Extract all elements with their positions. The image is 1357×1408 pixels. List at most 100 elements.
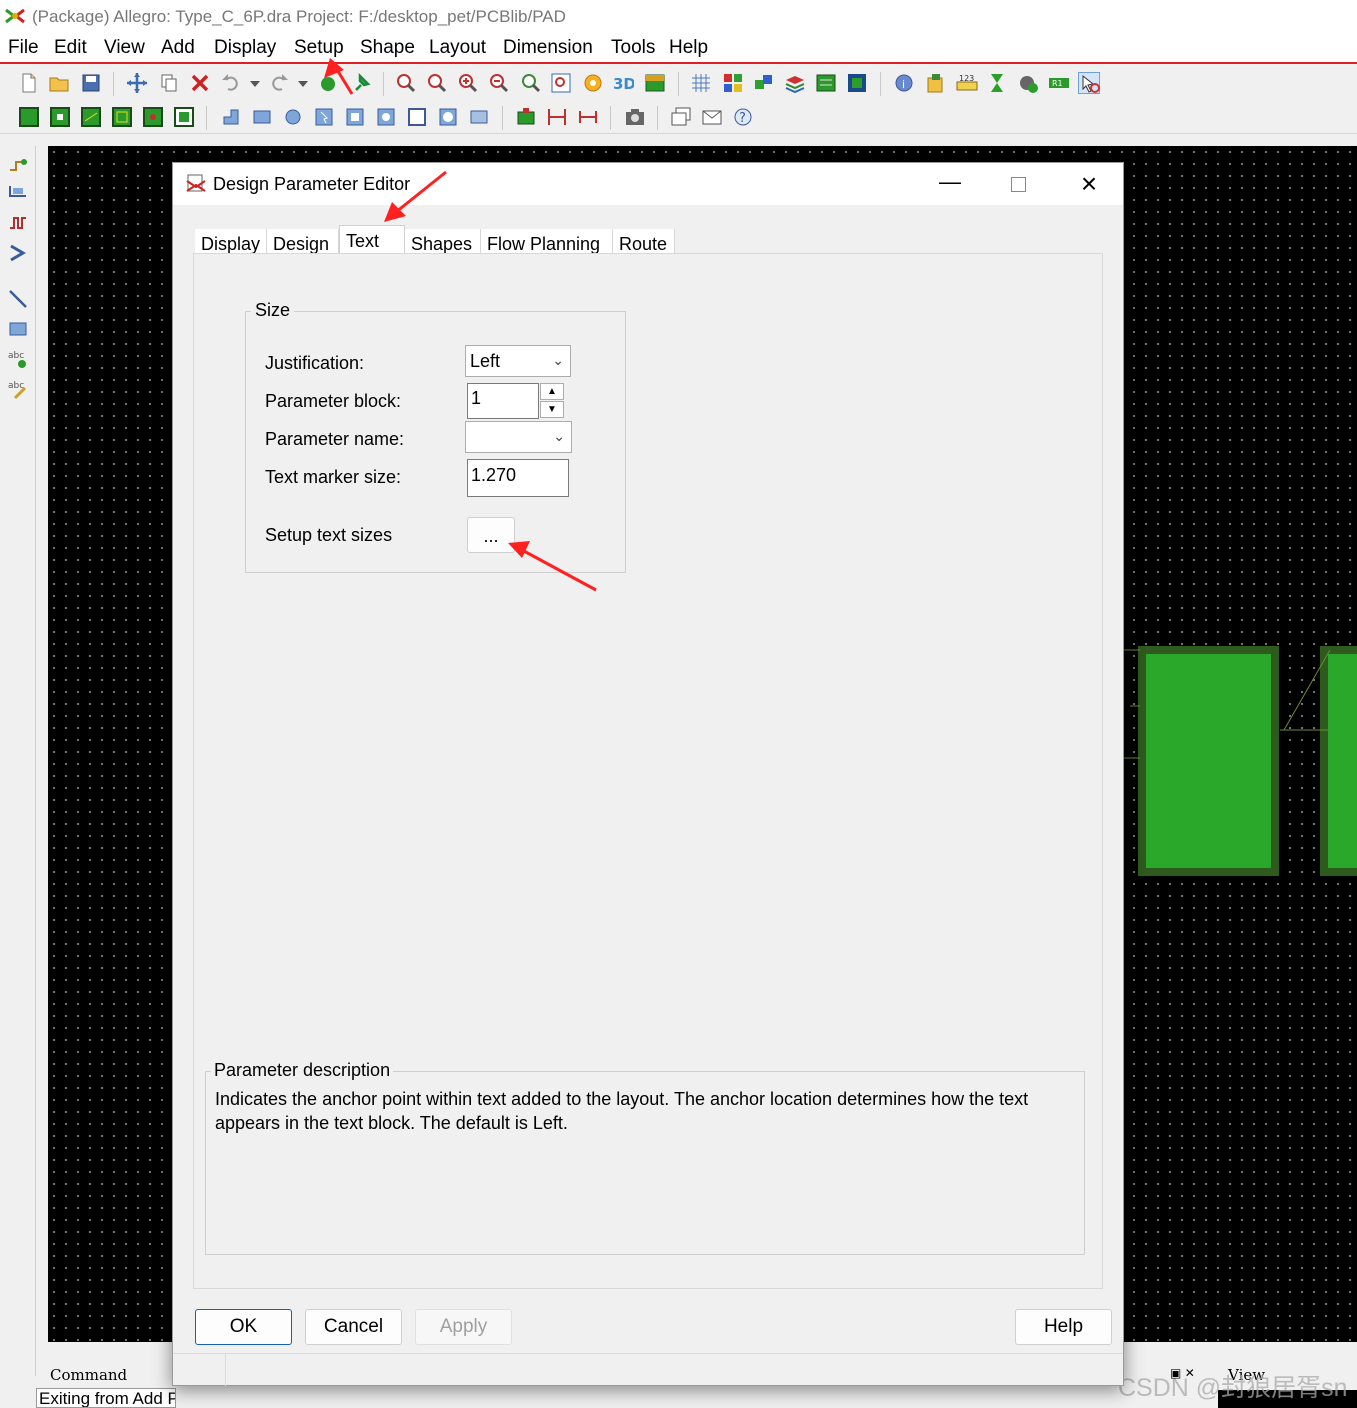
- shape-void-circle-icon[interactable]: [375, 106, 397, 128]
- tab-route[interactable]: Route: [613, 229, 675, 253]
- symbol-icon[interactable]: [111, 106, 133, 128]
- menu-tools[interactable]: Tools: [611, 37, 655, 59]
- mail-icon[interactable]: [701, 106, 723, 128]
- route-connect-icon[interactable]: [7, 152, 29, 174]
- tab-design[interactable]: Design: [267, 229, 339, 253]
- parameter-block-input[interactable]: 1: [467, 383, 539, 419]
- menu-display[interactable]: Display: [214, 37, 276, 59]
- shape-circle-icon[interactable]: [282, 106, 304, 128]
- add-connect-icon[interactable]: [318, 72, 340, 94]
- 3d-view-icon[interactable]: 3D: [612, 72, 634, 94]
- layers-icon[interactable]: [784, 72, 806, 94]
- slide-icon[interactable]: [7, 182, 29, 204]
- cancel-button[interactable]: Cancel: [305, 1309, 402, 1345]
- zoom-in-icon[interactable]: [457, 72, 479, 94]
- pins-icon[interactable]: [142, 106, 164, 128]
- zoom-points-icon[interactable]: [395, 72, 417, 94]
- layer-visibility-icon[interactable]: [753, 72, 775, 94]
- board-icon[interactable]: [18, 106, 40, 128]
- menu-file[interactable]: File: [8, 37, 39, 59]
- justification-label: Justification:: [265, 353, 365, 373]
- tab-flow-planning[interactable]: Flow Planning: [481, 229, 613, 253]
- flip-design-icon[interactable]: [644, 72, 666, 94]
- shape-rect-icon[interactable]: [251, 106, 273, 128]
- custom-smooth-icon[interactable]: [7, 242, 29, 264]
- shape-merge-icon[interactable]: [437, 106, 459, 128]
- text-marker-size-input[interactable]: 1.270: [467, 459, 569, 497]
- menu-setup[interactable]: Setup: [294, 37, 344, 59]
- stepper-up-icon[interactable]: ▲: [540, 383, 564, 400]
- grid-icon[interactable]: [690, 72, 712, 94]
- assign-color-icon[interactable]: [846, 72, 868, 94]
- shape-void-icon[interactable]: [344, 106, 366, 128]
- parameter-name-select[interactable]: ⌄: [465, 421, 572, 453]
- component-icon[interactable]: [49, 106, 71, 128]
- setup-text-sizes-button[interactable]: ...: [467, 517, 515, 553]
- undo-dropdown-icon[interactable]: [244, 72, 266, 94]
- copy-icon[interactable]: [158, 72, 180, 94]
- tab-shapes[interactable]: Shapes: [405, 229, 481, 253]
- shape-edit-icon[interactable]: [406, 106, 428, 128]
- ok-button[interactable]: OK: [195, 1309, 292, 1345]
- reports-icon[interactable]: [924, 72, 946, 94]
- add-circle-icon[interactable]: [1017, 72, 1039, 94]
- show-element-icon[interactable]: i: [893, 72, 915, 94]
- zoom-fit-icon[interactable]: [426, 72, 448, 94]
- measure-icon[interactable]: 123: [956, 72, 978, 94]
- zoom-previous-icon[interactable]: [520, 72, 542, 94]
- menu-help[interactable]: Help: [669, 37, 708, 59]
- shadow-mode-icon[interactable]: [815, 72, 837, 94]
- menu-layout[interactable]: Layout: [429, 37, 486, 59]
- add-rect-icon[interactable]: [7, 318, 29, 340]
- windows-icon[interactable]: [670, 106, 692, 128]
- edit-text-icon[interactable]: abc: [7, 378, 29, 400]
- delay-tune-icon[interactable]: [7, 212, 29, 234]
- toolbar-separator: [610, 106, 611, 130]
- dimension-linear-icon[interactable]: [577, 106, 599, 128]
- pin-icon[interactable]: [350, 72, 372, 94]
- tab-display[interactable]: Display: [195, 229, 267, 253]
- stepper-down-icon[interactable]: ▼: [540, 401, 564, 418]
- menu-shape[interactable]: Shape: [360, 37, 415, 59]
- dialog-title-bar[interactable]: Design Parameter Editor — ×: [173, 163, 1123, 205]
- watermark: CSDN @封狼居胥sn: [1118, 1374, 1348, 1402]
- undo-icon[interactable]: [220, 72, 242, 94]
- zoom-world-icon[interactable]: [550, 72, 572, 94]
- close-icon[interactable]: ×: [1071, 167, 1107, 203]
- save-icon[interactable]: [80, 72, 102, 94]
- open-folder-icon[interactable]: [48, 72, 70, 94]
- shape-corner-icon[interactable]: [220, 106, 242, 128]
- camera-icon[interactable]: [624, 106, 646, 128]
- net-icon[interactable]: [80, 106, 102, 128]
- dimension-icon[interactable]: [546, 106, 568, 128]
- shape-select-icon[interactable]: [313, 106, 335, 128]
- help-button[interactable]: Help: [1015, 1309, 1112, 1345]
- timer-icon[interactable]: [986, 72, 1008, 94]
- vias-icon[interactable]: [173, 106, 195, 128]
- minimize-icon[interactable]: —: [933, 167, 967, 201]
- menu-view[interactable]: View: [104, 37, 145, 59]
- justification-select[interactable]: Left ⌄: [465, 345, 571, 377]
- help-icon[interactable]: ?: [732, 106, 754, 128]
- add-text-icon[interactable]: abc: [7, 348, 29, 370]
- zoom-out-icon[interactable]: [488, 72, 510, 94]
- maximize-icon[interactable]: [1003, 171, 1033, 201]
- color-icon[interactable]: [722, 72, 744, 94]
- move-icon[interactable]: [126, 72, 148, 94]
- select-tool-icon[interactable]: [1078, 72, 1100, 94]
- menu-dimension[interactable]: Dimension: [503, 37, 593, 59]
- redo-icon[interactable]: [268, 72, 290, 94]
- delete-icon[interactable]: [189, 72, 211, 94]
- new-file-icon[interactable]: [18, 72, 40, 94]
- menu-add[interactable]: Add: [161, 37, 195, 59]
- reference-designator-icon[interactable]: R1: [1048, 72, 1070, 94]
- menu-edit[interactable]: Edit: [54, 37, 87, 59]
- apply-button[interactable]: Apply: [415, 1309, 512, 1345]
- shape-island-icon[interactable]: [468, 106, 490, 128]
- footprint-icon[interactable]: [515, 106, 537, 128]
- design-parameter-editor-dialog: Design Parameter Editor — × Display Desi…: [172, 162, 1124, 1386]
- redo-dropdown-icon[interactable]: [292, 72, 314, 94]
- redraw-icon[interactable]: [582, 72, 604, 94]
- add-line-icon[interactable]: [7, 288, 29, 310]
- tab-text[interactable]: Text: [339, 225, 405, 253]
